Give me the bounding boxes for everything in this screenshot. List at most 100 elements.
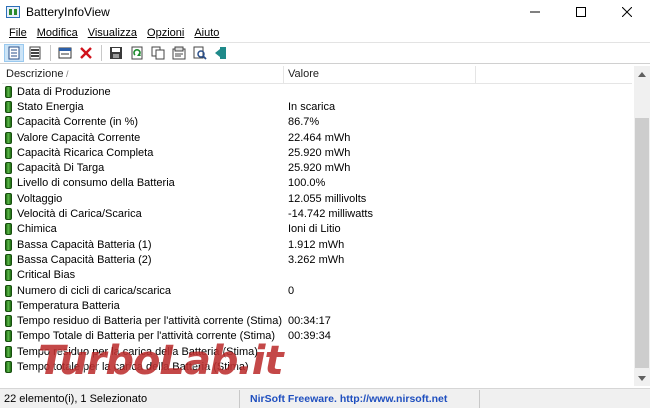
row-description: Capacità Ricarica Completa [17,146,154,159]
row-description: Data di Produzione [17,85,111,98]
app-icon [6,6,20,18]
table-row[interactable]: Data di Produzione [2,84,632,99]
row-description-cell: Tempo residuo di Batteria per l'attività… [2,315,284,328]
table-row[interactable]: Velocità di Carica/Scarica -14.742 milliw… [2,206,632,221]
battery-icon [5,223,12,236]
sort-indicator-icon: / [66,69,69,79]
table-row[interactable]: Livello di consumo della Batteria 100.0% [2,176,632,191]
table-row[interactable]: Numero di cicli di carica/scarica 0 [2,283,632,298]
toolbar [0,42,650,64]
row-description-cell: Valore Capacità Corrente [2,131,284,144]
table-row[interactable]: Stato Energia In scarica [2,99,632,114]
row-description-cell: Velocità di Carica/Scarica [2,208,284,221]
menu-visualizza[interactable]: Visualizza [83,27,142,39]
table-row[interactable]: Critical Bias [2,268,632,283]
battery-info-view-button[interactable] [4,44,24,62]
window-title: BatteryInfoView [26,5,110,19]
battery-info-list: Data di Produzione Stato Energia In scaric… [2,84,632,386]
table-row[interactable]: Tempo totale per la carica della Batteri… [2,359,632,374]
table-row[interactable]: Temperatura Batteria [2,298,632,313]
exit-icon [215,47,226,59]
scroll-thumb[interactable] [635,118,649,368]
properties-button[interactable] [55,44,75,62]
row-description: Critical Bias [17,269,76,282]
battery-icon [5,192,12,205]
column-header-descrizione[interactable]: Descrizione / [2,66,284,84]
table-row[interactable]: Tempo Totale di Batteria per l'attività … [2,329,632,344]
row-description-cell: Voltaggio [2,192,284,205]
refresh-button[interactable] [127,44,147,62]
battery-icon [5,299,12,312]
chevron-down-icon [638,375,646,381]
table-row[interactable]: Tempo residuo di Batteria per l'attività… [2,313,632,328]
row-description-cell: Livello di consumo della Batteria [2,177,284,190]
table-row[interactable]: Capacità Di Targa 25.920 mWh [2,160,632,175]
scroll-down-button[interactable] [634,370,650,386]
battery-icon [5,208,12,221]
table-row[interactable]: Bassa Capacità Batteria (1) 1.912 mWh [2,237,632,252]
row-description: Velocità di Carica/Scarica [17,208,142,221]
status-bar: 22 elemento(i), 1 Selezionato NirSoft Fr… [0,388,650,408]
battery-icon [5,116,12,129]
row-description: Bassa Capacità Batteria (2) [17,253,152,266]
minimize-button[interactable] [512,0,558,24]
html-report-button[interactable] [169,44,189,62]
status-credit-link[interactable]: NirSoft Freeware. http://www.nirsoft.net [240,389,480,408]
copy-icon [151,46,165,60]
battery-log-view-icon [29,46,41,60]
menu-aiuto-label: Aiuto [194,27,220,39]
row-value: 00:34:17 [288,315,331,328]
row-description: Valore Capacità Corrente [17,131,141,144]
column-header-descrizione-label: Descrizione [6,68,64,80]
row-value: In scarica [288,100,336,113]
table-row[interactable]: Bassa Capacità Batteria (2) 3.262 mWh [2,252,632,267]
delete-button[interactable] [76,44,96,62]
menu-opzioni[interactable]: Opzioni [142,27,189,39]
row-description: Chimica [17,223,57,236]
row-description-cell: Bassa Capacità Batteria (2) [2,253,284,266]
row-description-cell: Capacità Di Targa [2,162,284,175]
maximize-button[interactable] [558,0,604,24]
table-row[interactable]: Voltaggio 12.055 millivolts [2,191,632,206]
scroll-up-button[interactable] [634,66,650,82]
html-report-icon [172,46,186,60]
battery-icon [5,315,12,328]
row-description-cell: Tempo residuo per la carica della Batter… [2,345,284,358]
row-description-cell: Bassa Capacità Batteria (1) [2,238,284,251]
properties-icon [58,47,72,59]
battery-log-view-button[interactable] [25,44,45,62]
table-row[interactable]: Valore Capacità Corrente 22.464 mWh [2,130,632,145]
exit-button[interactable] [211,44,231,62]
row-description: Capacità Di Targa [17,162,105,175]
toolbar-separator [50,45,51,61]
menu-aiuto[interactable]: Aiuto [189,27,224,39]
save-icon [110,47,122,59]
row-description: Tempo residuo di Batteria per l'attività… [17,315,282,328]
row-description-cell: Temperatura Batteria [2,299,284,312]
row-value: Ioni di Litio [288,223,341,236]
table-row[interactable]: Tempo residuo per la carica della Batter… [2,344,632,359]
table-row[interactable]: Capacità Corrente (in %) 86.7% [2,115,632,130]
menu-modifica[interactable]: Modifica [32,27,83,39]
row-description: Bassa Capacità Batteria (1) [17,238,152,251]
vertical-scrollbar[interactable] [634,66,650,386]
find-button[interactable] [190,44,210,62]
copy-button[interactable] [148,44,168,62]
save-button[interactable] [106,44,126,62]
row-description: Numero di cicli di carica/scarica [17,284,172,297]
battery-icon [5,360,12,373]
close-icon [622,7,632,17]
battery-icon [5,238,12,251]
battery-icon [5,253,12,266]
menu-bar: File Modifica Visualizza Opzioni Aiuto [0,24,650,42]
column-header-valore[interactable]: Valore [284,66,476,84]
menu-file[interactable]: File [4,27,32,39]
table-row[interactable]: Capacità Ricarica Completa 25.920 mWh [2,145,632,160]
battery-info-view-icon [8,46,20,60]
row-description: Stato Energia [17,100,84,113]
row-description-cell: Capacità Ricarica Completa [2,146,284,159]
close-button[interactable] [604,0,650,24]
row-description: Temperatura Batteria [17,299,120,312]
minimize-icon [530,11,540,13]
table-row[interactable]: Chimica Ioni di Litio [2,222,632,237]
